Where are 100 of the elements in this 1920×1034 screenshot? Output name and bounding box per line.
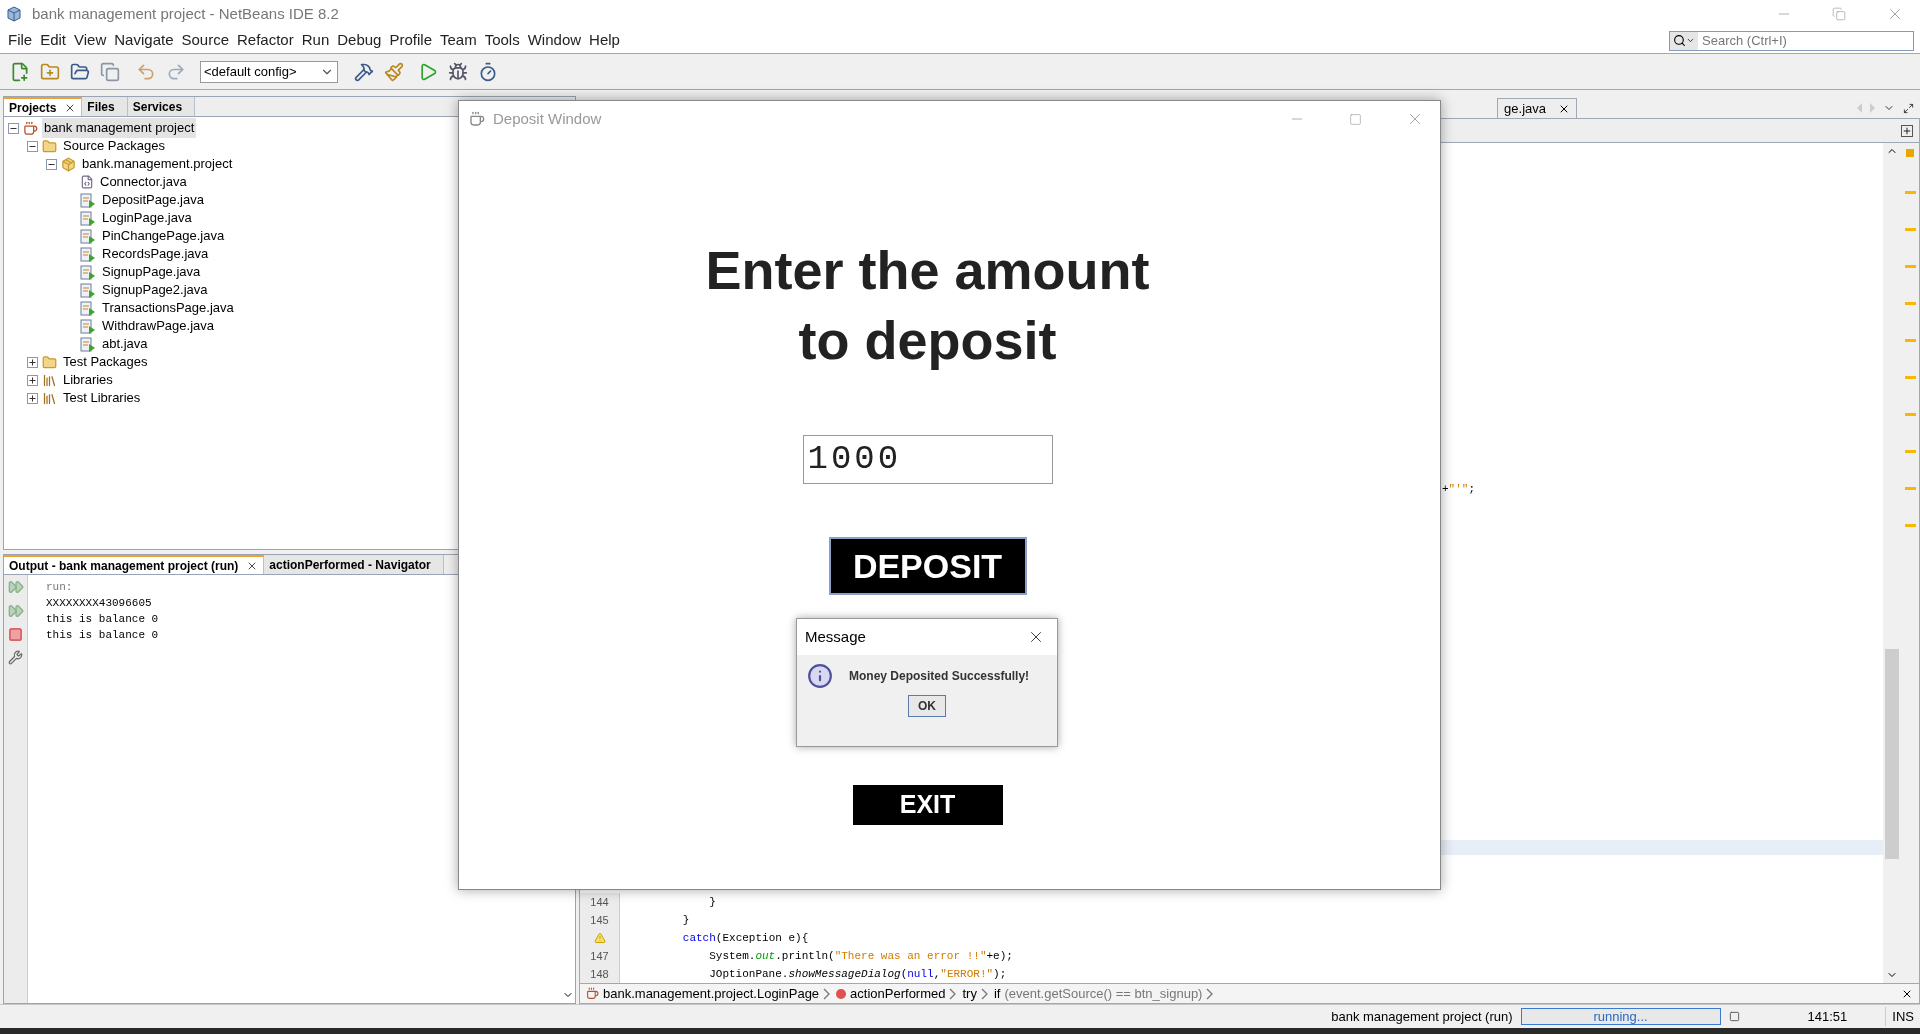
rerun-icon[interactable]: [7, 603, 24, 619]
line-number: 145: [590, 912, 609, 928]
output-line: this is balance 0: [46, 628, 160, 643]
deposit-button[interactable]: DEPOSIT: [828, 537, 1027, 595]
task-name: bank management project (run): [1331, 1007, 1513, 1026]
chevron-right-icon: [1206, 987, 1214, 1000]
panel-tab[interactable]: Files: [82, 97, 128, 116]
menu-item[interactable]: View: [70, 29, 111, 52]
code-line: }: [708, 894, 716, 910]
panel-tab[interactable]: Services: [127, 97, 196, 116]
tree-item[interactable]: DepositPage.java: [100, 190, 206, 210]
scroll-thumb[interactable]: [1885, 649, 1899, 859]
java-file-icon: [80, 175, 94, 189]
tree-item[interactable]: Source Packages: [61, 136, 167, 156]
menu-item[interactable]: Profile: [385, 29, 436, 52]
menu-item[interactable]: Window: [523, 29, 586, 52]
runnable-file-icon: [80, 300, 96, 316]
runnable-file-icon: [80, 246, 96, 262]
dialog-message: Money Deposited Successfully!: [849, 668, 1030, 685]
warning-icon[interactable]: [593, 932, 606, 944]
line-number: 144: [590, 894, 609, 910]
tree-item[interactable]: RecordsPage.java: [100, 244, 211, 264]
new-folder-icon[interactable]: [40, 61, 60, 82]
breadcrumb[interactable]: actionPerformed: [836, 983, 957, 1004]
menu-item[interactable]: Team: [436, 29, 481, 52]
breadcrumb[interactable]: try: [962, 983, 988, 1004]
tree-item[interactable]: abt.java: [100, 334, 150, 354]
runnable-file-icon: [80, 282, 96, 298]
folder-icon: [42, 138, 57, 154]
breadcrumb[interactable]: bank.management.project.LoginPage: [586, 983, 831, 1004]
tree-item[interactable]: SignupPage2.java: [100, 280, 210, 300]
brush-icon[interactable]: [384, 61, 404, 82]
window-title: Deposit Window: [493, 108, 602, 129]
tree-item[interactable]: bank management project: [42, 118, 197, 138]
hammer-icon[interactable]: [354, 61, 374, 82]
expand-toggle[interactable]: [27, 374, 38, 386]
tree-item[interactable]: TransactionsPage.java: [100, 298, 236, 318]
redo-icon[interactable]: [166, 61, 186, 82]
menu-item[interactable]: Debug: [333, 29, 386, 52]
runnable-file-icon: [80, 228, 96, 244]
tree-item[interactable]: LoginPage.java: [100, 208, 194, 228]
line-number: 147: [590, 948, 609, 964]
stop-icon[interactable]: [8, 627, 23, 642]
code-line: System.out.println("There was an error !!"+e);: [708, 948, 1013, 964]
menu-item[interactable]: Edit: [36, 29, 71, 52]
rerun-icon[interactable]: [7, 579, 24, 595]
menu-item[interactable]: Help: [585, 29, 624, 52]
ok-button[interactable]: OK: [908, 695, 946, 717]
expand-toggle[interactable]: [27, 392, 38, 404]
menu-item[interactable]: Source: [177, 29, 233, 52]
runnable-file-icon: [80, 210, 96, 226]
panel-tab[interactable]: Output - bank management project (run): [4, 555, 265, 574]
scrollbar[interactable]: [1883, 143, 1901, 983]
library-icon: [42, 372, 57, 388]
tree-item[interactable]: WithdrawPage.java: [100, 316, 216, 336]
runnable-file-icon: [80, 318, 96, 334]
tree-item[interactable]: Connector.java: [98, 172, 189, 192]
chevron-right-icon: [949, 987, 957, 1000]
collapse-toggle[interactable]: [46, 158, 57, 170]
tree-item[interactable]: Test Packages: [61, 352, 150, 372]
info-icon: [807, 663, 833, 689]
run-icon[interactable]: [418, 61, 438, 82]
wrench-icon[interactable]: [8, 650, 23, 665]
amount-field[interactable]: 1000: [802, 435, 1053, 484]
expand-toggle[interactable]: [27, 356, 38, 368]
code-token: ;: [1468, 482, 1476, 497]
menu-item[interactable]: Tools: [480, 29, 524, 52]
timer-icon[interactable]: [478, 61, 498, 82]
menu-item[interactable]: Refactor: [233, 29, 298, 52]
bug-icon[interactable]: [448, 61, 468, 82]
coffee-cup-icon: [23, 120, 38, 136]
panel-tab[interactable]: Projects: [4, 97, 83, 116]
breadcrumb[interactable]: if (event.getSource() == btn_signup): [993, 983, 1214, 1004]
new-file-icon[interactable]: [10, 61, 30, 82]
tree-item[interactable]: bank.management.project: [80, 154, 235, 174]
open-folder-icon[interactable]: [70, 61, 90, 82]
cube-icon: [6, 6, 22, 22]
tree-item[interactable]: SignupPage.java: [100, 262, 203, 282]
documents-icon[interactable]: [100, 61, 120, 82]
stop-icon[interactable]: [1728, 1011, 1740, 1022]
config-dropdown[interactable]: <default config>: [200, 60, 338, 83]
collapse-toggle[interactable]: [27, 140, 38, 152]
code-token: "'": [1448, 482, 1469, 497]
tree-item[interactable]: PinChangePage.java: [100, 226, 227, 246]
line-number: 148: [590, 966, 609, 982]
menu-item[interactable]: File: [4, 29, 37, 52]
menu-item[interactable]: Navigate: [110, 29, 178, 52]
tab-label: Projects: [9, 99, 57, 117]
undo-icon[interactable]: [136, 61, 156, 82]
menu-item[interactable]: Run: [297, 29, 334, 52]
maximize-icon[interactable]: [1903, 102, 1914, 114]
split-icon[interactable]: [1901, 124, 1913, 137]
exit-button[interactable]: EXIT: [852, 785, 1003, 825]
library-icon: [42, 390, 57, 406]
output-line: XXXXXXXX43096605: [46, 596, 153, 611]
tree-item[interactable]: Libraries: [61, 370, 115, 390]
collapse-toggle[interactable]: [8, 122, 19, 134]
caret-position: 141:51: [1807, 1007, 1848, 1026]
editor-tab[interactable]: ge.java: [1497, 98, 1577, 118]
tree-item[interactable]: Test Libraries: [61, 388, 143, 408]
